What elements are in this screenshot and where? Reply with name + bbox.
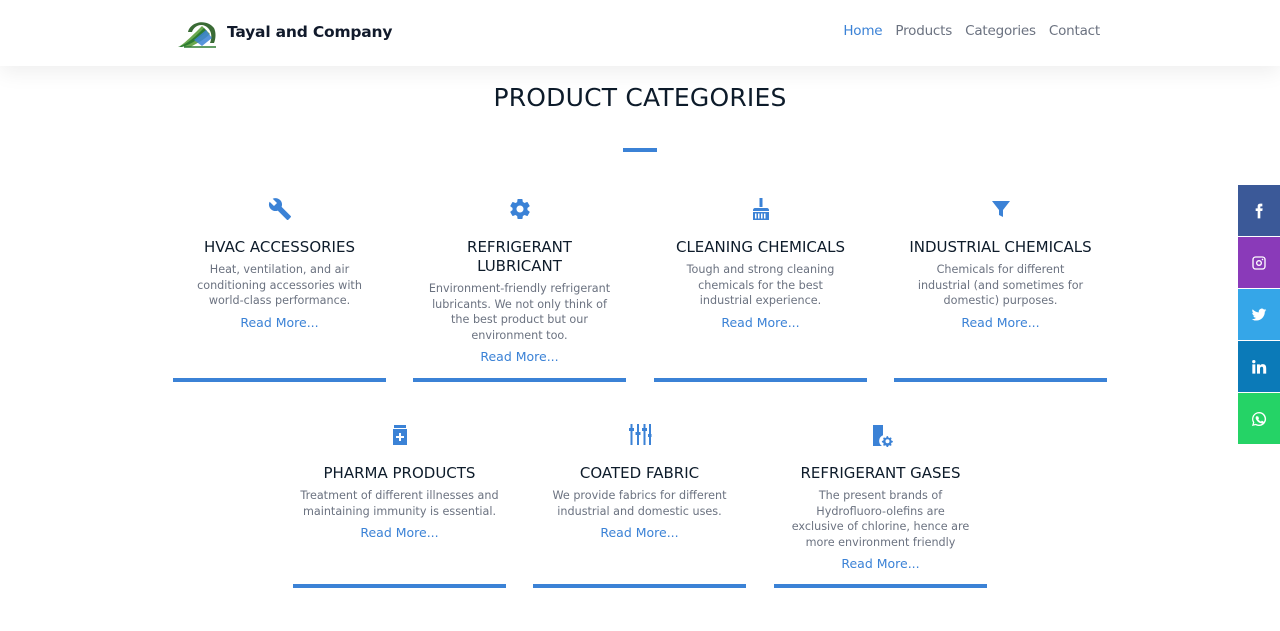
whatsapp-icon [1252, 411, 1267, 426]
sliders-icon [628, 424, 651, 445]
broom-icon [752, 198, 769, 220]
category-card-refrigerant-gases: REFRIGERANT GASES The present brands of … [774, 422, 987, 571]
brand[interactable]: Tayal and Company [176, 16, 392, 48]
wrench-icon [268, 198, 291, 220]
category-description: Tough and strong cleaning chemicals for … [686, 263, 835, 308]
category-title: PHARMA PRODUCTS [323, 464, 476, 482]
read-more-link[interactable]: Read More... [774, 556, 987, 571]
category-title: REFRIGERANT GASES [800, 464, 961, 482]
instagram-icon [1252, 255, 1266, 270]
card-underline [293, 584, 506, 588]
card-underline [413, 378, 626, 382]
gear-icon [509, 199, 530, 220]
read-more-link[interactable]: Read More... [894, 315, 1107, 330]
linkedin-icon [1252, 359, 1267, 374]
read-more-link[interactable]: Read More... [654, 315, 867, 330]
card-underline [533, 584, 746, 588]
logo-icon [178, 22, 216, 48]
category-description: Treatment of different illnesses and mai… [300, 489, 499, 518]
section-title: PRODUCT CATEGORIES [493, 83, 787, 112]
card-underline [173, 378, 386, 382]
category-card-coated-fabric: COATED FABRIC We provide fabrics for dif… [533, 422, 746, 540]
read-more-link[interactable]: Read More... [533, 525, 746, 540]
category-description: Chemicals for different industrial (and … [917, 263, 1084, 308]
nav-home[interactable]: Home [843, 23, 882, 39]
category-title: INDUSTRIAL CHEMICALS [909, 238, 1092, 256]
nav-products[interactable]: Products [895, 23, 952, 39]
title-underline [623, 148, 657, 152]
twitter-button[interactable] [1238, 289, 1280, 340]
card-underline [654, 378, 867, 382]
facebook-icon [1255, 203, 1263, 218]
whatsapp-button[interactable] [1238, 393, 1280, 444]
category-card-refrigerant-lubricant: REFRIGERANT LUBRICANT Environment-friend… [413, 196, 626, 364]
facebook-button[interactable] [1238, 185, 1280, 236]
medicine-bottle-icon [392, 425, 407, 445]
category-description: The present brands of Hydrofluoro-olefin… [791, 489, 970, 549]
category-card-hvac: HVAC ACCESSORIES Heat, ventilation, and … [173, 196, 386, 330]
instagram-button[interactable] [1238, 237, 1280, 288]
category-card-cleaning-chemicals: CLEANING CHEMICALS Tough and strong clea… [654, 196, 867, 330]
category-card-pharma-products: PHARMA PRODUCTS Treatment of different i… [293, 422, 506, 540]
category-description: Environment-friendly refrigerant lubrica… [428, 282, 611, 342]
read-more-link[interactable]: Read More... [173, 315, 386, 330]
category-card-industrial-chemicals: INDUSTRIAL CHEMICALS Chemicals for diffe… [894, 196, 1107, 330]
twitter-icon [1251, 308, 1267, 321]
linkedin-button[interactable] [1238, 341, 1280, 392]
category-title: COATED FABRIC [579, 464, 700, 482]
gas-cylinder-gear-icon [872, 425, 893, 447]
category-title: HVAC ACCESSORIES [204, 238, 355, 256]
brand-name: Tayal and Company [227, 23, 393, 41]
category-title: CLEANING CHEMICALS [675, 238, 846, 256]
category-description: We provide fabrics for different industr… [552, 489, 727, 518]
read-more-link[interactable]: Read More... [293, 525, 506, 540]
main-nav: Home Products Categories Contact [830, 23, 1100, 39]
category-title: REFRIGERANT LUBRICANT [467, 238, 572, 275]
nav-contact[interactable]: Contact [1049, 23, 1100, 39]
funnel-icon [991, 201, 1010, 217]
category-description: Heat, ventilation, and air conditioning … [197, 263, 362, 308]
card-underline [894, 378, 1107, 382]
social-sidebar [1238, 185, 1280, 445]
card-underline [774, 584, 987, 588]
read-more-link[interactable]: Read More... [413, 349, 626, 364]
site-header: Tayal and Company Home Products Categori… [0, 0, 1280, 66]
nav-categories[interactable]: Categories [965, 23, 1036, 39]
